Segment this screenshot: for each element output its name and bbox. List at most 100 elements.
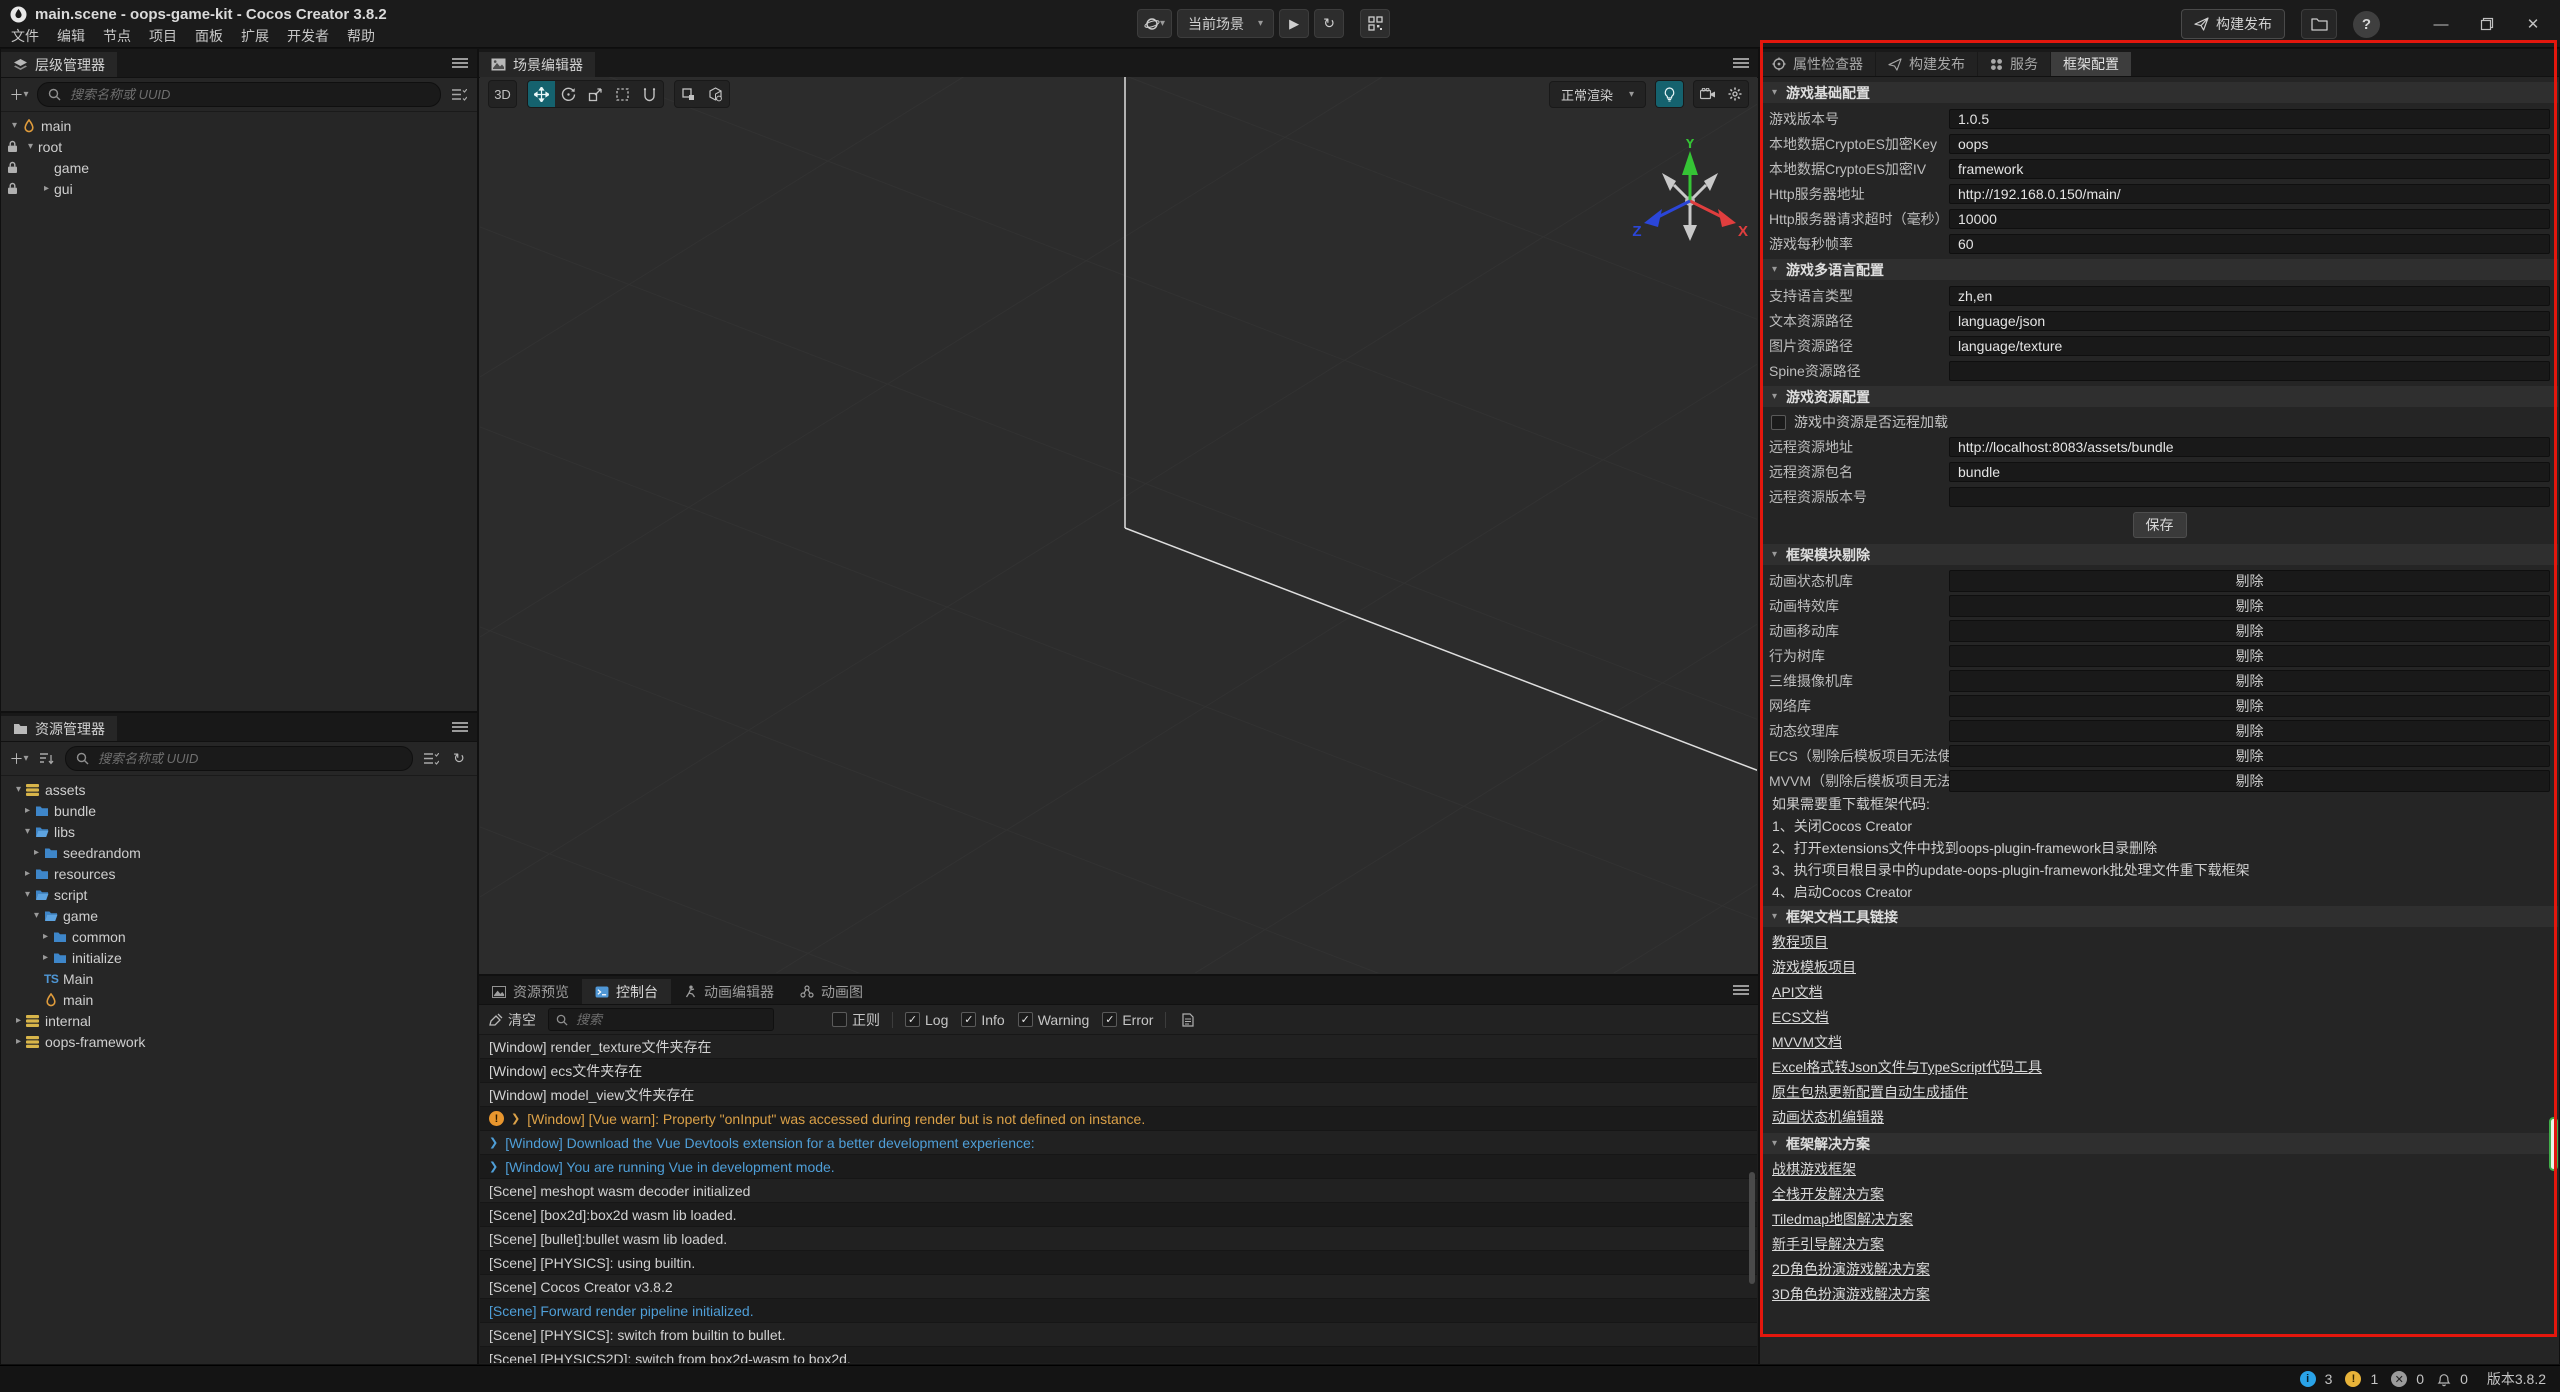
help-button[interactable]: ? bbox=[2353, 11, 2380, 38]
module-remove-button[interactable]: 剔除 bbox=[1949, 570, 2550, 592]
section-header-4[interactable]: ▾框架文档工具链接 bbox=[1761, 906, 2558, 927]
view-mode-3d-button[interactable]: 3D bbox=[489, 81, 516, 107]
remote-load-checkbox[interactable]: 游戏中资源是否远程加载 bbox=[1761, 410, 2558, 434]
expand-arrow-icon[interactable]: ▸ bbox=[29, 847, 44, 858]
menu-item-4[interactable]: 面板 bbox=[186, 25, 232, 47]
menu-item-1[interactable]: 编辑 bbox=[48, 25, 94, 47]
warning-count-icon[interactable]: ! bbox=[2345, 1371, 2361, 1387]
assets-search-input[interactable] bbox=[96, 750, 402, 767]
minimize-button[interactable]: — bbox=[2426, 9, 2456, 39]
hierarchy-filter-icon[interactable] bbox=[449, 84, 469, 106]
console-tab-1[interactable]: 控制台 bbox=[582, 979, 671, 1004]
assets-search[interactable] bbox=[65, 746, 413, 771]
section-header-0[interactable]: ▾游戏基础配置 bbox=[1761, 82, 2558, 103]
sort-assets-icon[interactable] bbox=[37, 748, 57, 770]
inspector-tab-0[interactable]: 属性检查器 bbox=[1760, 52, 1875, 76]
collapse-arrow-icon[interactable]: ▾ bbox=[20, 826, 35, 837]
hierarchy-node-gui[interactable]: ▸gui bbox=[1, 178, 477, 199]
collapse-arrow-icon[interactable]: ▾ bbox=[23, 141, 38, 152]
rotate-tool-button[interactable] bbox=[555, 81, 582, 107]
asset-node-script[interactable]: ▾script bbox=[1, 884, 477, 905]
preview-platform-select[interactable]: ▾ bbox=[1137, 9, 1172, 38]
log-row[interactable]: [Scene] [PHYSICS2D]: switch from box2d-w… bbox=[480, 1347, 1757, 1363]
open-project-folder-button[interactable] bbox=[2301, 9, 2337, 39]
lighting-toggle-button[interactable] bbox=[1656, 81, 1683, 107]
doc-link[interactable]: 教程项目 bbox=[1772, 930, 1828, 955]
scene-editor-tab[interactable]: 场景编辑器 bbox=[479, 52, 595, 77]
asset-node-main[interactable]: main bbox=[1, 989, 477, 1010]
module-remove-button[interactable]: 剔除 bbox=[1949, 695, 2550, 717]
asset-node-Main[interactable]: TSMain bbox=[1, 968, 477, 989]
log-row[interactable]: [Scene] [bullet]:bullet wasm lib loaded. bbox=[480, 1227, 1757, 1251]
menu-item-6[interactable]: 开发者 bbox=[278, 25, 338, 47]
move-tool-button[interactable] bbox=[528, 81, 555, 107]
maximize-button[interactable] bbox=[2472, 9, 2502, 39]
expand-arrow-icon[interactable]: ▸ bbox=[38, 952, 53, 963]
module-remove-button[interactable]: 剔除 bbox=[1949, 770, 2550, 792]
hierarchy-search[interactable] bbox=[37, 82, 441, 107]
asset-node-oops-framework[interactable]: ▸oops-framework bbox=[1, 1031, 477, 1052]
hierarchy-menu-icon[interactable] bbox=[452, 56, 468, 70]
scene-camera-button[interactable] bbox=[1694, 81, 1721, 107]
menu-item-3[interactable]: 项目 bbox=[140, 25, 186, 47]
log-row[interactable]: [Scene] meshopt wasm decoder initialized bbox=[480, 1179, 1757, 1203]
inspector-tab-3[interactable]: 框架配置 bbox=[2051, 52, 2131, 76]
section-header-3[interactable]: ▾框架模块剔除 bbox=[1761, 544, 2558, 565]
log-file-icon[interactable] bbox=[1178, 1009, 1198, 1031]
console-tab-0[interactable]: 资源预览 bbox=[479, 979, 582, 1004]
inspector-tab-1[interactable]: 构建发布 bbox=[1876, 52, 1977, 76]
regex-checkbox[interactable]: 正则 bbox=[832, 1010, 880, 1030]
gizmo-pivot-button[interactable] bbox=[675, 81, 702, 107]
field-input-0[interactable] bbox=[1949, 109, 2550, 129]
doc-link[interactable]: Tiledmap地图解决方案 bbox=[1772, 1207, 1913, 1232]
assets-filter-icon[interactable] bbox=[421, 748, 441, 770]
asset-node-libs[interactable]: ▾libs bbox=[1, 821, 477, 842]
menu-item-0[interactable]: 文件 bbox=[2, 25, 48, 47]
expand-arrow-icon[interactable]: ▸ bbox=[20, 805, 35, 816]
log-row[interactable]: [Scene] [PHYSICS]: using builtin. bbox=[480, 1251, 1757, 1275]
console-menu-icon[interactable] bbox=[1733, 983, 1749, 997]
log-expand-icon[interactable]: ❯ bbox=[489, 1136, 498, 1149]
close-button[interactable]: ✕ bbox=[2518, 9, 2548, 39]
console-tab-3[interactable]: 动画图 bbox=[787, 979, 876, 1004]
doc-link[interactable]: 战棋游戏框架 bbox=[1772, 1157, 1856, 1182]
rect-tool-button[interactable] bbox=[609, 81, 636, 107]
module-remove-button[interactable]: 剔除 bbox=[1949, 645, 2550, 667]
render-mode-select[interactable]: 正常渲染 ▾ bbox=[1549, 81, 1646, 108]
doc-link[interactable]: 全栈开发解决方案 bbox=[1772, 1182, 1884, 1207]
asset-node-bundle[interactable]: ▸bundle bbox=[1, 800, 477, 821]
asset-node-initialize[interactable]: ▸initialize bbox=[1, 947, 477, 968]
collapse-arrow-icon[interactable]: ▾ bbox=[20, 889, 35, 900]
doc-link[interactable]: 动画状态机编辑器 bbox=[1772, 1105, 1884, 1130]
inspector-tab-2[interactable]: 服务 bbox=[1978, 52, 2050, 76]
log-expand-icon[interactable]: ❯ bbox=[511, 1112, 520, 1125]
scene-settings-gear-icon[interactable] bbox=[1721, 81, 1748, 107]
device-preview-button[interactable] bbox=[1360, 9, 1390, 38]
inspector-scrollbar[interactable] bbox=[2549, 1117, 2558, 1171]
doc-link[interactable]: 3D角色扮演游戏解决方案 bbox=[1772, 1282, 1930, 1307]
module-remove-button[interactable]: 剔除 bbox=[1949, 745, 2550, 767]
log-row[interactable]: [Scene] [PHYSICS]: switch from builtin t… bbox=[480, 1323, 1757, 1347]
asset-node-common[interactable]: ▸common bbox=[1, 926, 477, 947]
expand-arrow-icon[interactable]: ▸ bbox=[11, 1036, 26, 1047]
error-count-icon[interactable]: ✕ bbox=[2391, 1371, 2407, 1387]
console-scrollbar[interactable] bbox=[1749, 1172, 1755, 1284]
collapse-arrow-icon[interactable]: ▾ bbox=[11, 784, 26, 795]
asset-node-game[interactable]: ▾game bbox=[1, 905, 477, 926]
section-header-1[interactable]: ▾游戏多语言配置 bbox=[1761, 259, 2558, 280]
collapse-arrow-icon[interactable]: ▾ bbox=[29, 910, 44, 921]
field-input-4[interactable] bbox=[1949, 209, 2550, 229]
console-tab-2[interactable]: 动画编辑器 bbox=[671, 979, 787, 1004]
menu-item-2[interactable]: 节点 bbox=[94, 25, 140, 47]
build-publish-button[interactable]: 构建发布 bbox=[2181, 9, 2285, 39]
log-row[interactable]: ❯[Window] You are running Vue in develop… bbox=[480, 1155, 1757, 1179]
doc-link[interactable]: 2D角色扮演游戏解决方案 bbox=[1772, 1257, 1930, 1282]
expand-arrow-icon[interactable]: ▸ bbox=[39, 183, 54, 194]
doc-link[interactable]: Excel格式转Json文件与TypeScript代码工具 bbox=[1772, 1055, 2042, 1080]
log-row[interactable]: [Scene] Forward render pipeline initiali… bbox=[480, 1299, 1757, 1323]
gizmo-coordinate-button[interactable] bbox=[702, 81, 729, 107]
log-row[interactable]: [Scene] Cocos Creator v3.8.2 bbox=[480, 1275, 1757, 1299]
console-search-input[interactable] bbox=[574, 1011, 766, 1028]
filter-checkbox-error[interactable]: Error bbox=[1102, 1012, 1153, 1028]
hierarchy-node-root[interactable]: ▾root bbox=[1, 136, 477, 157]
